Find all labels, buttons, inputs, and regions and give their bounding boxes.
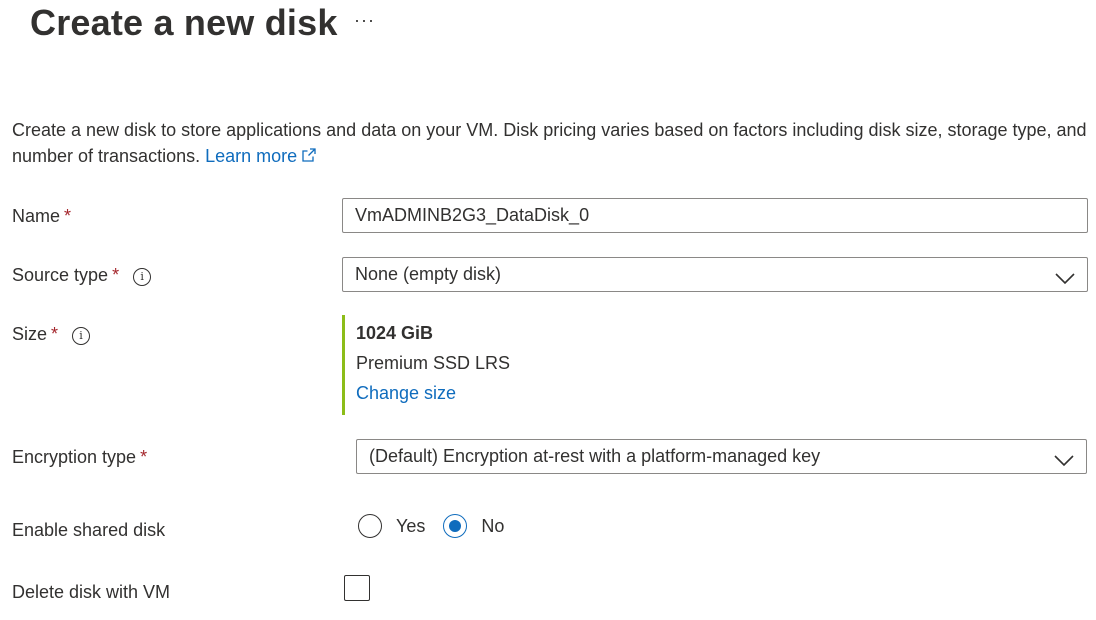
name-input-value: VmADMINB2G3_DataDisk_0 [355,205,590,225]
change-size-link[interactable]: Change size [356,383,456,404]
shared-disk-label: Enable shared disk [12,520,166,540]
required-marker: * [51,324,59,344]
chevron-down-icon [1055,269,1075,290]
name-label-text: Name [12,206,61,226]
description-text: Create a new disk to store applications … [12,120,1087,166]
learn-more-link[interactable]: Learn more [205,146,317,166]
required-marker: * [112,265,120,285]
source-type-label: Source type * i [12,263,152,287]
shared-disk-no-radio[interactable] [443,514,468,538]
source-type-value: None (empty disk) [355,264,502,284]
description: Create a new disk to store applications … [12,117,1088,170]
size-summary: 1024 GiB Premium SSD LRS Change size [342,315,510,415]
more-options-button[interactable]: ··· [354,10,375,31]
encryption-type-label-text: Encryption type [12,447,137,467]
external-link-icon [301,144,317,170]
source-type-dropdown[interactable]: None (empty disk) [342,257,1088,292]
name-input[interactable]: VmADMINB2G3_DataDisk_0 [342,198,1088,233]
required-marker: * [64,206,72,226]
required-marker: * [140,447,148,467]
learn-more-label: Learn more [205,146,298,166]
info-icon[interactable]: i [72,327,91,345]
size-gib: 1024 GiB [356,323,434,343]
delete-with-vm-checkbox[interactable] [344,575,370,601]
name-label: Name * [12,204,71,228]
source-type-label-text: Source type [12,265,109,285]
encryption-type-label: Encryption type * [12,445,147,469]
shared-disk-no-label[interactable]: No [481,516,504,537]
encryption-type-dropdown[interactable]: (Default) Encryption at-rest with a plat… [356,439,1087,474]
size-label: Size * i [12,322,91,346]
info-icon[interactable]: i [133,268,152,286]
encryption-type-value: (Default) Encryption at-rest with a plat… [369,446,821,466]
delete-with-vm-label: Delete disk with VM [12,582,171,602]
radio-selected-dot [449,520,462,532]
chevron-down-icon [1054,451,1074,472]
shared-disk-yes-label[interactable]: Yes [396,516,425,537]
shared-disk-radio-group: Yes No [358,514,504,538]
page-title: Create a new disk [30,2,338,43]
shared-disk-yes-radio[interactable] [358,514,382,538]
size-sku: Premium SSD LRS [356,353,511,373]
size-label-text: Size [12,324,48,344]
